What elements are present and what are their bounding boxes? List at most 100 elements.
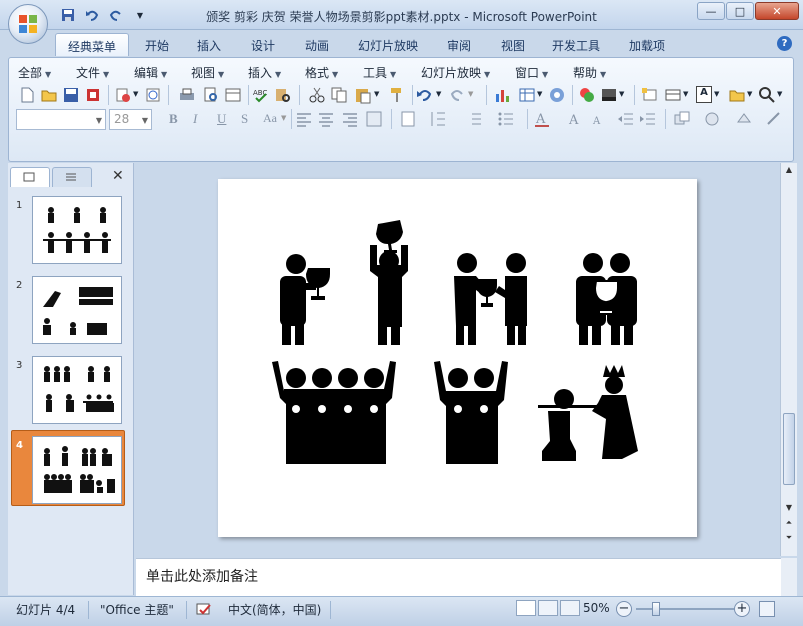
shadow-button[interactable]: S [241, 111, 248, 127]
zoom-slider-thumb[interactable] [652, 602, 660, 616]
slide-thumbnail-2[interactable] [32, 276, 122, 344]
notes-scrollbar[interactable] [781, 558, 797, 596]
change-case-button[interactable]: Aa [263, 111, 277, 126]
menu-view[interactable]: 视图 ▼ [191, 62, 248, 82]
align-left-icon[interactable] [295, 110, 313, 128]
insert-chart-icon[interactable] [494, 86, 512, 104]
chevron-down-icon[interactable]: ▼ [619, 90, 624, 98]
menu-tools[interactable]: 工具 ▼ [363, 62, 421, 82]
print-icon[interactable] [178, 86, 196, 104]
text-box-icon[interactable]: A [696, 86, 712, 103]
quick-styles-icon[interactable] [703, 110, 721, 128]
slide-design-icon[interactable] [600, 86, 618, 104]
shrink-font-icon[interactable]: A [589, 110, 607, 128]
redo-icon[interactable] [448, 86, 466, 104]
bullets-icon[interactable] [497, 110, 515, 128]
menu-edit[interactable]: 编辑 ▼ [134, 62, 191, 82]
align-center-icon[interactable] [317, 110, 335, 128]
scroll-thumb[interactable] [783, 413, 795, 485]
print-preview-icon[interactable] [202, 86, 220, 104]
menu-slideshow[interactable]: 幻灯片放映 ▼ [421, 62, 515, 82]
chevron-down-icon[interactable]: ▼ [683, 90, 688, 98]
grow-font-icon[interactable]: A [567, 110, 585, 128]
tab-view[interactable]: 视图 [494, 33, 532, 56]
tab-outline[interactable] [52, 167, 92, 187]
chevron-down-icon[interactable]: ▼ [133, 90, 138, 98]
permission-icon[interactable] [84, 86, 102, 104]
bold-button[interactable]: B [169, 111, 178, 127]
chevron-down-icon[interactable]: ▼ [747, 90, 752, 98]
numbering-icon[interactable] [465, 110, 483, 128]
zoom-out-icon[interactable]: − [616, 601, 632, 617]
maximize-button[interactable]: □ [726, 2, 754, 20]
spelling-check-icon[interactable] [196, 602, 212, 616]
next-slide-icon[interactable]: ⏷ [782, 533, 796, 547]
new-slide-icon[interactable] [640, 86, 658, 104]
font-name-box[interactable]: ▼ [16, 109, 106, 130]
menu-file[interactable]: 文件 ▼ [76, 62, 134, 82]
menu-all[interactable]: 全部 ▼ [18, 62, 76, 82]
zoom-level[interactable]: 50% [583, 601, 610, 615]
close-pane-icon[interactable]: ✕ [112, 168, 124, 184]
publish-icon[interactable] [144, 86, 162, 104]
zoom-search-icon[interactable] [758, 86, 776, 104]
language-indicator[interactable]: 中文(简体，中国) [228, 601, 321, 618]
previous-slide-icon[interactable]: ⏶ [782, 518, 796, 532]
minimize-button[interactable]: — [697, 2, 725, 20]
tab-design[interactable]: 设计 [244, 33, 282, 56]
increase-indent-icon[interactable] [639, 110, 657, 128]
insert-table-icon[interactable] [518, 86, 536, 104]
shapes-folder-icon[interactable] [728, 86, 746, 104]
vertical-scrollbar[interactable]: ▲ ▼ ⏶ ⏷ [780, 163, 797, 556]
chevron-down-icon[interactable]: ▼ [468, 90, 473, 98]
fit-to-window-icon[interactable] [759, 601, 775, 617]
cut-icon[interactable] [308, 86, 326, 104]
chevron-down-icon[interactable]: ▼ [714, 90, 719, 98]
tab-animations[interactable]: 动画 [298, 33, 336, 56]
menu-insert[interactable]: 插入 ▼ [248, 62, 305, 82]
decrease-indent-icon[interactable] [617, 110, 635, 128]
new-document-icon[interactable] [18, 86, 36, 104]
chevron-down-icon[interactable]: ▼ [537, 90, 542, 98]
scroll-up-icon[interactable]: ▲ [782, 165, 796, 179]
chevron-down-icon[interactable]: ▼ [281, 114, 286, 122]
zoom-in-icon[interactable]: + [734, 601, 750, 617]
theme-name[interactable]: "Office 主题" [100, 601, 174, 618]
justify-icon[interactable] [365, 110, 383, 128]
tab-slideshow[interactable]: 幻灯片放映 [352, 33, 424, 56]
underline-button[interactable]: U [217, 111, 226, 127]
layout-grid-icon[interactable] [664, 86, 682, 104]
menu-window[interactable]: 窗口 ▼ [515, 62, 573, 82]
align-right-icon[interactable] [341, 110, 359, 128]
tab-classic-menu[interactable]: 经典菜单 [55, 33, 129, 56]
zoom-slider-track[interactable] [636, 608, 734, 610]
office-button[interactable] [8, 4, 48, 44]
format-painter-icon[interactable] [388, 86, 406, 104]
save-icon[interactable] [62, 86, 80, 104]
open-folder-icon[interactable] [40, 86, 58, 104]
slide-thumbnail-1[interactable] [32, 196, 122, 264]
italic-button[interactable]: I [193, 111, 197, 127]
notes-placeholder[interactable]: 单击此处添加备注 [146, 566, 258, 586]
tab-insert[interactable]: 插入 [190, 33, 228, 56]
tab-developer[interactable]: 开发工具 [546, 33, 606, 56]
scroll-down-icon[interactable]: ▼ [782, 503, 796, 517]
email-icon[interactable] [114, 86, 132, 104]
text-direction-icon[interactable] [399, 110, 417, 128]
slide-thumbnail-3[interactable] [32, 356, 122, 424]
normal-view-icon[interactable] [516, 600, 536, 616]
slide-canvas[interactable] [218, 179, 697, 537]
arrange-icon[interactable] [673, 110, 691, 128]
slide-thumbnail-4[interactable] [32, 436, 122, 504]
chevron-down-icon[interactable]: ▼ [374, 90, 379, 98]
chevron-down-icon[interactable]: ▼ [436, 90, 441, 98]
layout-icon[interactable] [224, 86, 242, 104]
help-icon[interactable]: ? [777, 36, 792, 51]
hyperlink-icon[interactable] [548, 86, 566, 104]
chevron-down-icon[interactable]: ▼ [777, 90, 782, 98]
copy-icon[interactable] [330, 86, 348, 104]
font-color-icon[interactable]: A [533, 110, 551, 128]
font-size-box[interactable]: 28 ▼ [109, 109, 152, 130]
paste-icon[interactable] [354, 86, 372, 104]
menu-format[interactable]: 格式 ▼ [305, 62, 363, 82]
